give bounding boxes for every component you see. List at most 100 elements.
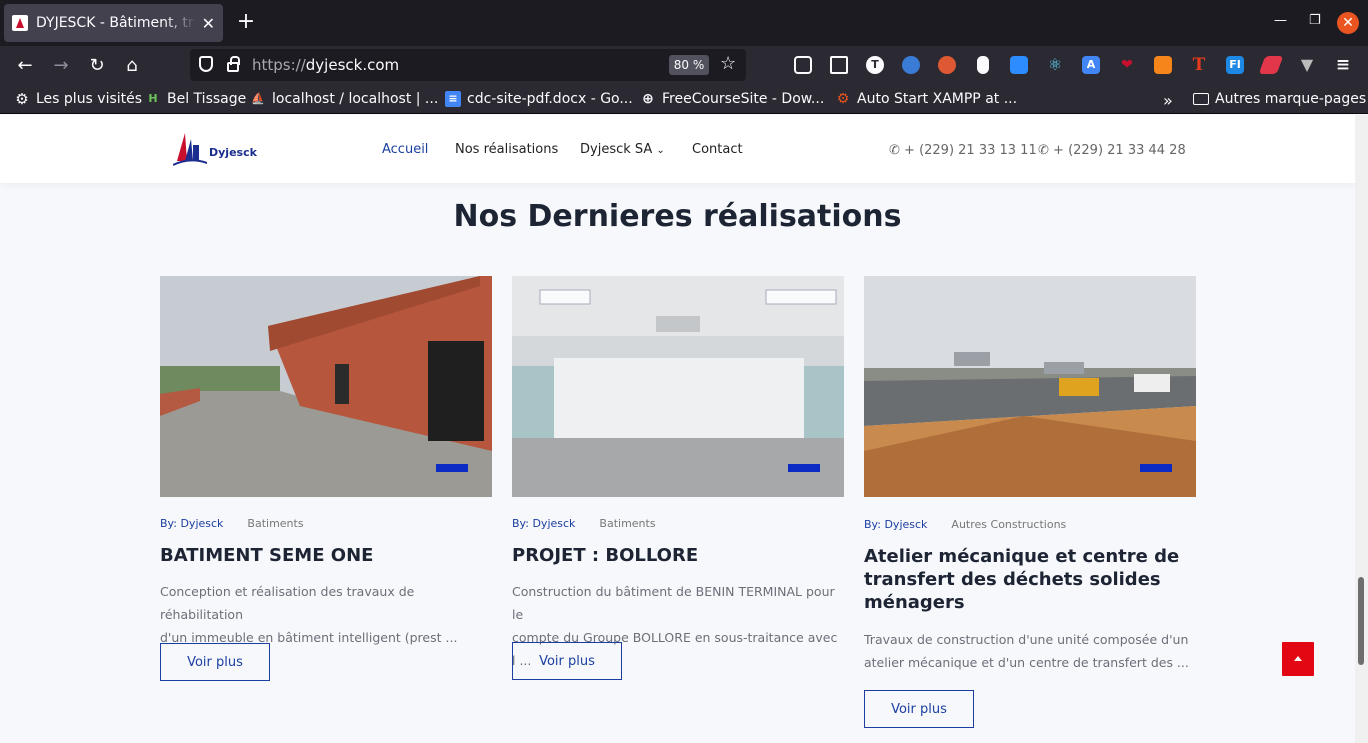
image-tag xyxy=(788,464,820,472)
color-picker-icon[interactable] xyxy=(902,56,920,74)
restore-window-icon[interactable]: ❐ xyxy=(1309,13,1321,28)
scrollbar-thumb[interactable] xyxy=(1358,577,1364,665)
project-image-construction-site[interactable] xyxy=(864,276,1196,497)
bookmark-freecoursesite[interactable]: ⊕ FreeCourseSite - Dow... xyxy=(640,91,824,107)
phone-icon: ✆ xyxy=(889,143,900,158)
card-category[interactable]: Autres Constructions xyxy=(951,518,1066,531)
menu-hamburger-icon[interactable]: ≡ xyxy=(1334,56,1352,74)
image-tag xyxy=(436,464,468,472)
close-window-button[interactable]: ✕ xyxy=(1337,12,1359,34)
more-bookmarks-chevron-icon[interactable]: » xyxy=(1163,91,1173,110)
card-description-line: Travaux de construction d'une unité comp… xyxy=(864,632,1189,647)
nav-dyjesck-sa[interactable]: Dyjesck SA ⌄ xyxy=(580,142,665,157)
extension-red-icon[interactable]: ❤ xyxy=(1118,56,1136,74)
fi-extension-icon[interactable]: FI xyxy=(1226,56,1244,74)
pocket-icon[interactable] xyxy=(794,56,812,74)
site-header: Dyjesck Accueil Nos réalisations Dyjesck… xyxy=(0,115,1355,183)
bookmark-bel-tissage[interactable]: H Bel Tissage xyxy=(145,91,246,107)
card-description: Conception et réalisation des travaux de… xyxy=(160,580,490,649)
minimize-window-icon[interactable]: — xyxy=(1274,13,1287,28)
xampp-favicon-icon: ⚙ xyxy=(836,91,850,107)
extension-t-red-icon[interactable]: T xyxy=(1190,56,1208,74)
tracking-protection-icon[interactable] xyxy=(199,56,213,72)
card-title[interactable]: Atelier mécanique et centre de transfert… xyxy=(864,545,1196,614)
zoom-level-badge[interactable]: 80 % xyxy=(669,55,709,75)
card-meta: By: Dyjesck Autres Constructions xyxy=(864,518,1066,531)
image-tag xyxy=(1140,464,1172,472)
phone-number-1[interactable]: ✆ + (229) 21 33 13 11 xyxy=(889,143,1037,158)
browser-tab[interactable]: DYJESCK - Bâtiment, travaux publics ✕ xyxy=(4,4,223,42)
card-description-line: atelier mécanique et d'un centre de tran… xyxy=(864,655,1189,670)
card-author[interactable]: By: Dyjesck xyxy=(160,517,223,530)
nav-dyjesck-sa-label: Dyjesck SA xyxy=(580,142,653,157)
back-to-top-button[interactable] xyxy=(1282,642,1314,676)
translate-icon[interactable]: A xyxy=(1082,56,1100,74)
new-tab-button[interactable]: + xyxy=(233,10,259,34)
card-title[interactable]: PROJET : BOLLORE xyxy=(512,544,832,567)
card-category[interactable]: Batiments xyxy=(247,517,303,530)
card-description: Travaux de construction d'une unité comp… xyxy=(864,628,1194,674)
bookmark-cdc-site-pdf[interactable]: ≡ cdc-site-pdf.docx - Go... xyxy=(445,91,633,107)
card-title[interactable]: BATIMENT SEME ONE xyxy=(160,544,480,567)
extension-t-icon[interactable]: T xyxy=(866,56,884,74)
project-card: By: Dyjesck Autres Constructions Atelier … xyxy=(864,276,1196,728)
voir-plus-button[interactable]: Voir plus xyxy=(160,643,270,681)
nav-contact[interactable]: Contact xyxy=(692,142,743,157)
card-description-line: Conception et réalisation des travaux de… xyxy=(160,584,415,622)
react-devtools-icon[interactable]: ⚛ xyxy=(1046,56,1064,74)
project-image-office[interactable] xyxy=(512,276,844,497)
phpmyadmin-favicon-icon: ⛵ xyxy=(251,92,265,105)
back-icon[interactable]: ← xyxy=(13,54,37,78)
folder-icon xyxy=(1193,93,1209,105)
url-text[interactable]: https://dyjesck.com xyxy=(252,56,399,74)
lock-icon[interactable] xyxy=(227,56,240,72)
bookmark-most-visited[interactable]: ⚙ Les plus visités xyxy=(14,91,142,107)
web-page: Dyjesck Accueil Nos réalisations Dyjesck… xyxy=(0,115,1355,743)
bookmark-localhost[interactable]: ⛵ localhost / localhost | ... xyxy=(250,91,438,107)
bel-tissage-favicon-icon: H xyxy=(148,92,158,105)
card-category[interactable]: Batiments xyxy=(599,517,655,530)
globe-icon: ⊕ xyxy=(642,91,654,107)
bookmark-star-icon[interactable]: ☆ xyxy=(720,53,736,74)
site-logo[interactable]: Dyjesck xyxy=(172,129,257,167)
chevron-down-icon: ⌄ xyxy=(656,145,665,156)
voir-plus-button[interactable]: Voir plus xyxy=(512,642,622,680)
card-author[interactable]: By: Dyjesck xyxy=(864,518,927,531)
url-bar[interactable]: https://dyjesck.com 80 % ☆ xyxy=(190,49,746,81)
reload-icon[interactable]: ↻ xyxy=(85,54,109,78)
project-card: By: Dyjesck Batiments PROJET : BOLLORE Co… xyxy=(512,276,844,680)
card-author[interactable]: By: Dyjesck xyxy=(512,517,575,530)
voir-plus-button[interactable]: Voir plus xyxy=(864,690,974,728)
project-card: By: Dyjesck Batiments BATIMENT SEME ONE C… xyxy=(160,276,492,681)
page-scrollbar[interactable] xyxy=(1355,115,1368,743)
card-title-line: Atelier mécanique et centre de xyxy=(864,546,1180,567)
google-docs-icon: ≡ xyxy=(445,91,461,107)
site-favicon-icon xyxy=(12,15,28,31)
section-title: Nos Dernieres réalisations xyxy=(453,199,902,234)
mouse-extension-icon[interactable] xyxy=(977,56,989,74)
phone-icon: ✆ xyxy=(1038,143,1049,158)
card-meta: By: Dyjesck Batiments xyxy=(512,517,656,530)
browser-tab-bar: DYJESCK - Bâtiment, travaux publics ✕ + … xyxy=(0,0,1368,46)
card-description-line: Construction du bâtiment de BENIN TERMIN… xyxy=(512,584,835,622)
metamask-icon[interactable] xyxy=(1154,56,1172,74)
bookmark-auto-start-xampp[interactable]: ⚙ Auto Start XAMPP at ... xyxy=(835,91,1017,107)
tab-title: DYJESCK - Bâtiment, travaux publics xyxy=(36,15,196,31)
bookmarks-bar: ⚙ Les plus visités H Bel Tissage ⛵ localhos… xyxy=(0,86,1368,114)
zoom-extension-icon[interactable] xyxy=(1010,56,1028,74)
nav-nos-realisations[interactable]: Nos réalisations xyxy=(455,142,558,157)
close-tab-icon[interactable]: ✕ xyxy=(202,14,215,33)
card-title-line: ménagers xyxy=(864,592,965,613)
project-image-terrace[interactable] xyxy=(160,276,492,497)
card-title-line: transfert des déchets solides xyxy=(864,569,1161,590)
vue-devtools-icon[interactable]: ▼ xyxy=(1298,56,1316,74)
home-icon[interactable]: ⌂ xyxy=(120,54,144,78)
nav-accueil[interactable]: Accueil xyxy=(382,142,428,157)
other-bookmarks-folder[interactable]: Autres marque-pages xyxy=(1193,91,1366,107)
gear-icon: ⚙ xyxy=(15,90,29,108)
duckduckgo-icon[interactable] xyxy=(938,56,956,74)
forward-icon[interactable]: → xyxy=(49,54,73,78)
phone-number-2[interactable]: ✆ + (229) 21 33 44 28 xyxy=(1038,143,1186,158)
reader-view-icon[interactable] xyxy=(830,56,848,74)
card-meta: By: Dyjesck Batiments xyxy=(160,517,304,530)
